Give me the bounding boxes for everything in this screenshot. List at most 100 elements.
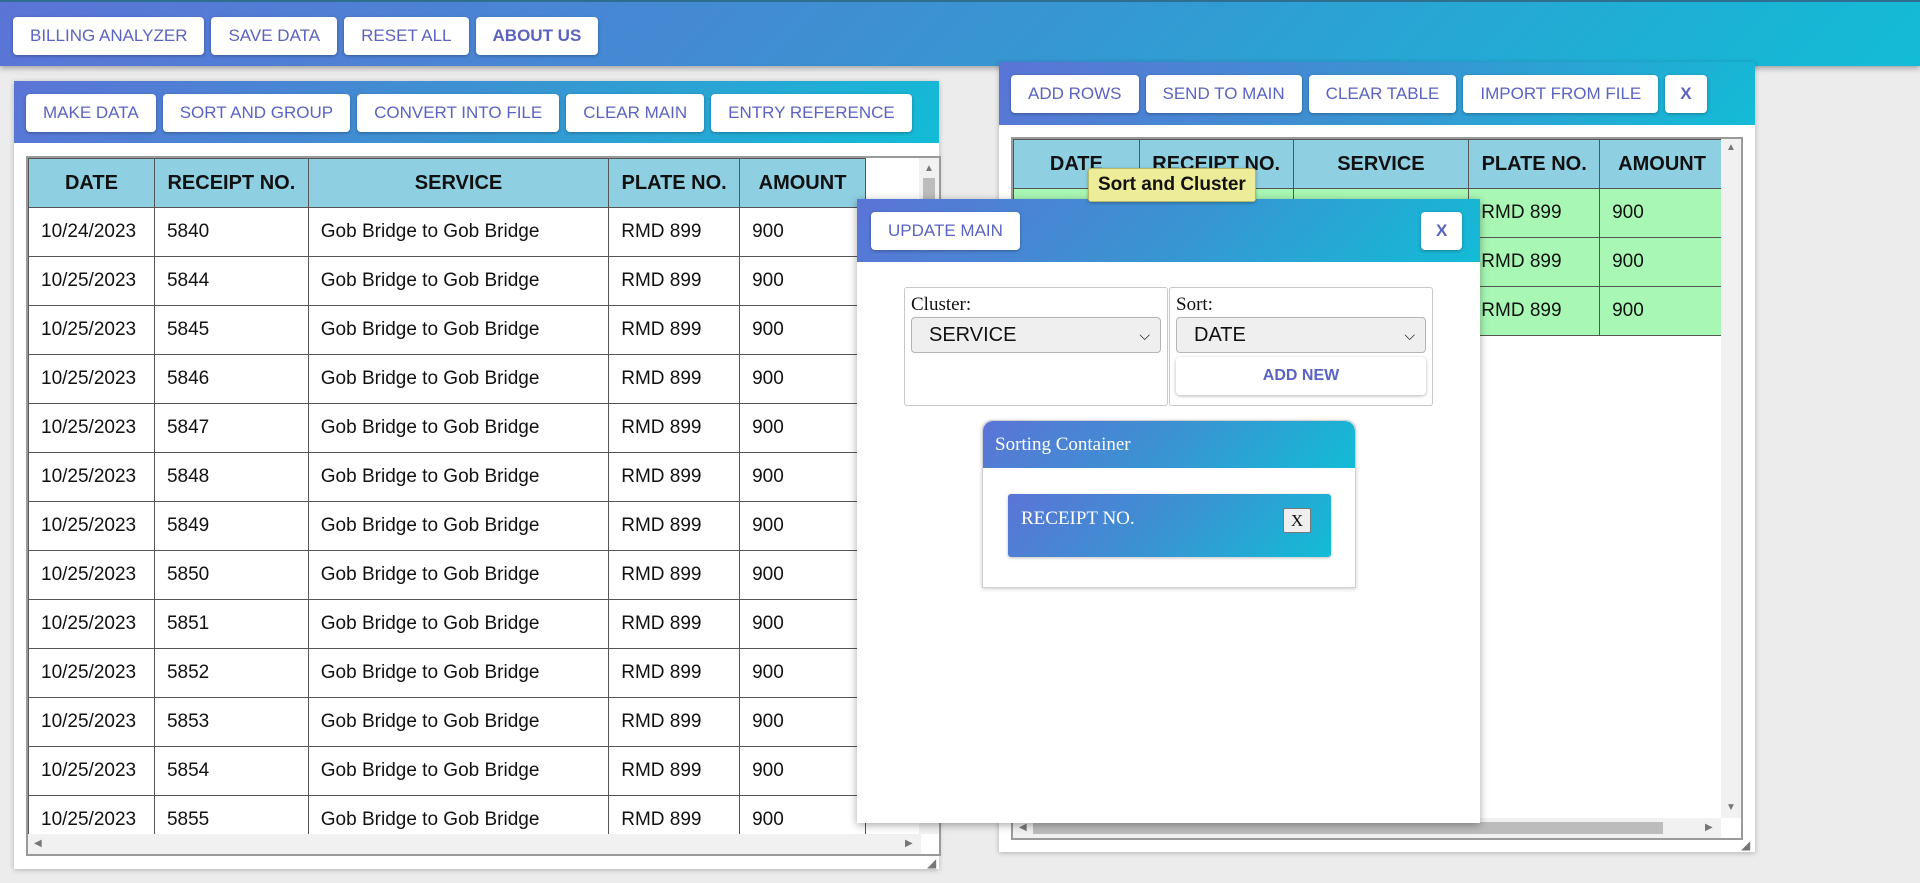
column-header-amount[interactable]: AMOUNT [739, 158, 866, 208]
table-cell[interactable]: 5853 [153, 697, 309, 747]
close-dialog-button[interactable]: X [1421, 212, 1463, 250]
table-cell[interactable]: 900 [739, 501, 866, 551]
add-new-sort-button[interactable]: ADD NEW [1176, 357, 1426, 395]
table-cell[interactable]: 5854 [153, 746, 309, 796]
table-cell[interactable]: 5848 [153, 452, 309, 502]
table-cell[interactable]: RMD 899 [608, 452, 741, 502]
table-cell[interactable]: Gob Bridge to Gob Bridge [307, 501, 610, 551]
entry-reference-button[interactable]: ENTRY REFERENCE [711, 94, 912, 132]
scroll-right-arrow-icon[interactable]: ▶ [905, 839, 913, 849]
table-cell[interactable]: Gob Bridge to Gob Bridge [307, 207, 610, 257]
table-cell[interactable]: RMD 899 [1468, 286, 1601, 336]
scroll-up-arrow-icon[interactable]: ▲ [1726, 143, 1736, 153]
add-rows-button[interactable]: ADD ROWS [1011, 75, 1139, 113]
table-cell[interactable]: 900 [739, 550, 866, 600]
table-cell[interactable]: 5840 [153, 207, 309, 257]
table-cell[interactable]: 5845 [153, 305, 309, 355]
table-cell[interactable]: Gob Bridge to Gob Bridge [307, 354, 610, 404]
column-header-service[interactable]: SERVICE [307, 158, 610, 208]
about-us-button[interactable]: ABOUT US [475, 17, 599, 55]
entry-vertical-scrollbar[interactable]: ▲ ▼ [1721, 139, 1741, 818]
table-cell[interactable]: Gob Bridge to Gob Bridge [307, 599, 610, 649]
table-cell[interactable]: 5846 [153, 354, 309, 404]
table-cell[interactable]: 5847 [153, 403, 309, 453]
table-cell[interactable]: Gob Bridge to Gob Bridge [307, 403, 610, 453]
table-row[interactable]: 10/25/2023 5852 Gob Bridge to Gob Bridge RM… [28, 648, 866, 698]
table-row[interactable]: 10/25/2023 5854 Gob Bridge to Gob Bridge RM… [28, 746, 866, 796]
make-data-button[interactable]: MAKE DATA [26, 94, 156, 132]
update-main-button[interactable]: UPDATE MAIN [871, 212, 1020, 250]
table-row[interactable]: 10/25/2023 5847 Gob Bridge to Gob Bridge RM… [28, 403, 866, 453]
cluster-select[interactable]: SERVICE ⌵ [911, 317, 1161, 353]
reset-all-button[interactable]: RESET ALL [344, 17, 469, 55]
table-cell[interactable]: 900 [739, 599, 866, 649]
table-cell[interactable]: 900 [739, 697, 866, 747]
table-cell[interactable]: RMD 899 [608, 354, 741, 404]
table-cell[interactable]: Gob Bridge to Gob Bridge [307, 746, 610, 796]
table-cell[interactable]: 10/25/2023 [28, 305, 155, 355]
main-horizontal-scrollbar[interactable]: ◀ ▶ [28, 834, 921, 854]
table-cell[interactable]: RMD 899 [608, 256, 741, 306]
column-header-amount[interactable]: AMOUNT [1599, 139, 1725, 189]
table-cell[interactable]: 900 [739, 746, 866, 796]
column-header-plate[interactable]: PLATE NO. [608, 158, 741, 208]
scroll-left-arrow-icon[interactable]: ◀ [1019, 823, 1027, 833]
table-cell[interactable]: 10/25/2023 [28, 452, 155, 502]
table-cell[interactable]: 5850 [153, 550, 309, 600]
table-cell[interactable]: RMD 899 [608, 403, 741, 453]
clear-main-button[interactable]: CLEAR MAIN [566, 94, 705, 132]
billing-analyzer-button[interactable]: BILLING ANALYZER [13, 17, 205, 55]
table-cell[interactable]: Gob Bridge to Gob Bridge [307, 697, 610, 747]
sort-and-group-button[interactable]: SORT AND GROUP [162, 94, 351, 132]
table-cell[interactable]: RMD 899 [608, 697, 741, 747]
column-header-service[interactable]: SERVICE [1292, 139, 1470, 189]
table-cell[interactable]: 900 [739, 403, 866, 453]
table-cell[interactable]: 10/25/2023 [28, 256, 155, 306]
remove-sort-chip-button[interactable]: X [1283, 508, 1311, 533]
resize-grip-icon[interactable]: ◢ [1741, 838, 1751, 852]
table-cell[interactable]: 900 [739, 452, 866, 502]
clear-table-button[interactable]: CLEAR TABLE [1308, 75, 1457, 113]
table-cell[interactable]: 900 [1599, 237, 1725, 287]
table-cell[interactable]: 900 [739, 648, 866, 698]
table-cell[interactable]: 10/25/2023 [28, 550, 155, 600]
table-row[interactable]: 10/25/2023 5851 Gob Bridge to Gob Bridge RM… [28, 599, 866, 649]
table-cell[interactable]: 10/25/2023 [28, 648, 155, 698]
table-cell[interactable]: Gob Bridge to Gob Bridge [307, 452, 610, 502]
table-cell[interactable]: RMD 899 [1468, 188, 1601, 238]
resize-grip-icon[interactable]: ◢ [927, 856, 937, 870]
table-row[interactable]: 10/25/2023 5850 Gob Bridge to Gob Bridge RM… [28, 550, 866, 600]
table-cell[interactable]: 10/25/2023 [28, 501, 155, 551]
table-cell[interactable]: 10/24/2023 [28, 207, 155, 257]
table-cell[interactable]: 900 [739, 207, 866, 257]
table-cell[interactable]: 5851 [153, 599, 309, 649]
table-cell[interactable]: RMD 899 [608, 207, 741, 257]
table-row[interactable]: 10/25/2023 5846 Gob Bridge to Gob Bridge RM… [28, 354, 866, 404]
table-cell[interactable]: 10/25/2023 [28, 403, 155, 453]
scroll-thumb[interactable] [1033, 822, 1663, 834]
save-data-button[interactable]: SAVE DATA [211, 17, 338, 55]
table-cell[interactable]: RMD 899 [608, 746, 741, 796]
table-cell[interactable]: RMD 899 [608, 648, 741, 698]
table-cell[interactable]: RMD 899 [608, 599, 741, 649]
scroll-up-arrow-icon[interactable]: ▲ [924, 164, 934, 174]
table-cell[interactable]: Gob Bridge to Gob Bridge [307, 550, 610, 600]
scroll-down-arrow-icon[interactable]: ▼ [1726, 803, 1736, 813]
table-cell[interactable]: Gob Bridge to Gob Bridge [307, 648, 610, 698]
table-cell[interactable]: 5844 [153, 256, 309, 306]
import-from-file-button[interactable]: IMPORT FROM FILE [1463, 75, 1659, 113]
column-header-receipt[interactable]: RECEIPT NO. [153, 158, 309, 208]
table-cell[interactable]: 900 [1599, 286, 1725, 336]
scroll-right-arrow-icon[interactable]: ▶ [1705, 823, 1713, 833]
table-cell[interactable]: 900 [1599, 188, 1725, 238]
table-cell[interactable]: 900 [739, 256, 866, 306]
table-cell[interactable]: 10/25/2023 [28, 697, 155, 747]
table-cell[interactable]: Gob Bridge to Gob Bridge [307, 256, 610, 306]
table-row[interactable]: 10/25/2023 5849 Gob Bridge to Gob Bridge RM… [28, 501, 866, 551]
table-cell[interactable]: 10/25/2023 [28, 599, 155, 649]
table-row[interactable]: 10/25/2023 5853 Gob Bridge to Gob Bridge RM… [28, 697, 866, 747]
table-cell[interactable]: 900 [739, 305, 866, 355]
scroll-left-arrow-icon[interactable]: ◀ [34, 839, 42, 849]
table-cell[interactable]: Gob Bridge to Gob Bridge [307, 305, 610, 355]
sort-chip[interactable]: RECEIPT NO. X [1008, 494, 1331, 557]
